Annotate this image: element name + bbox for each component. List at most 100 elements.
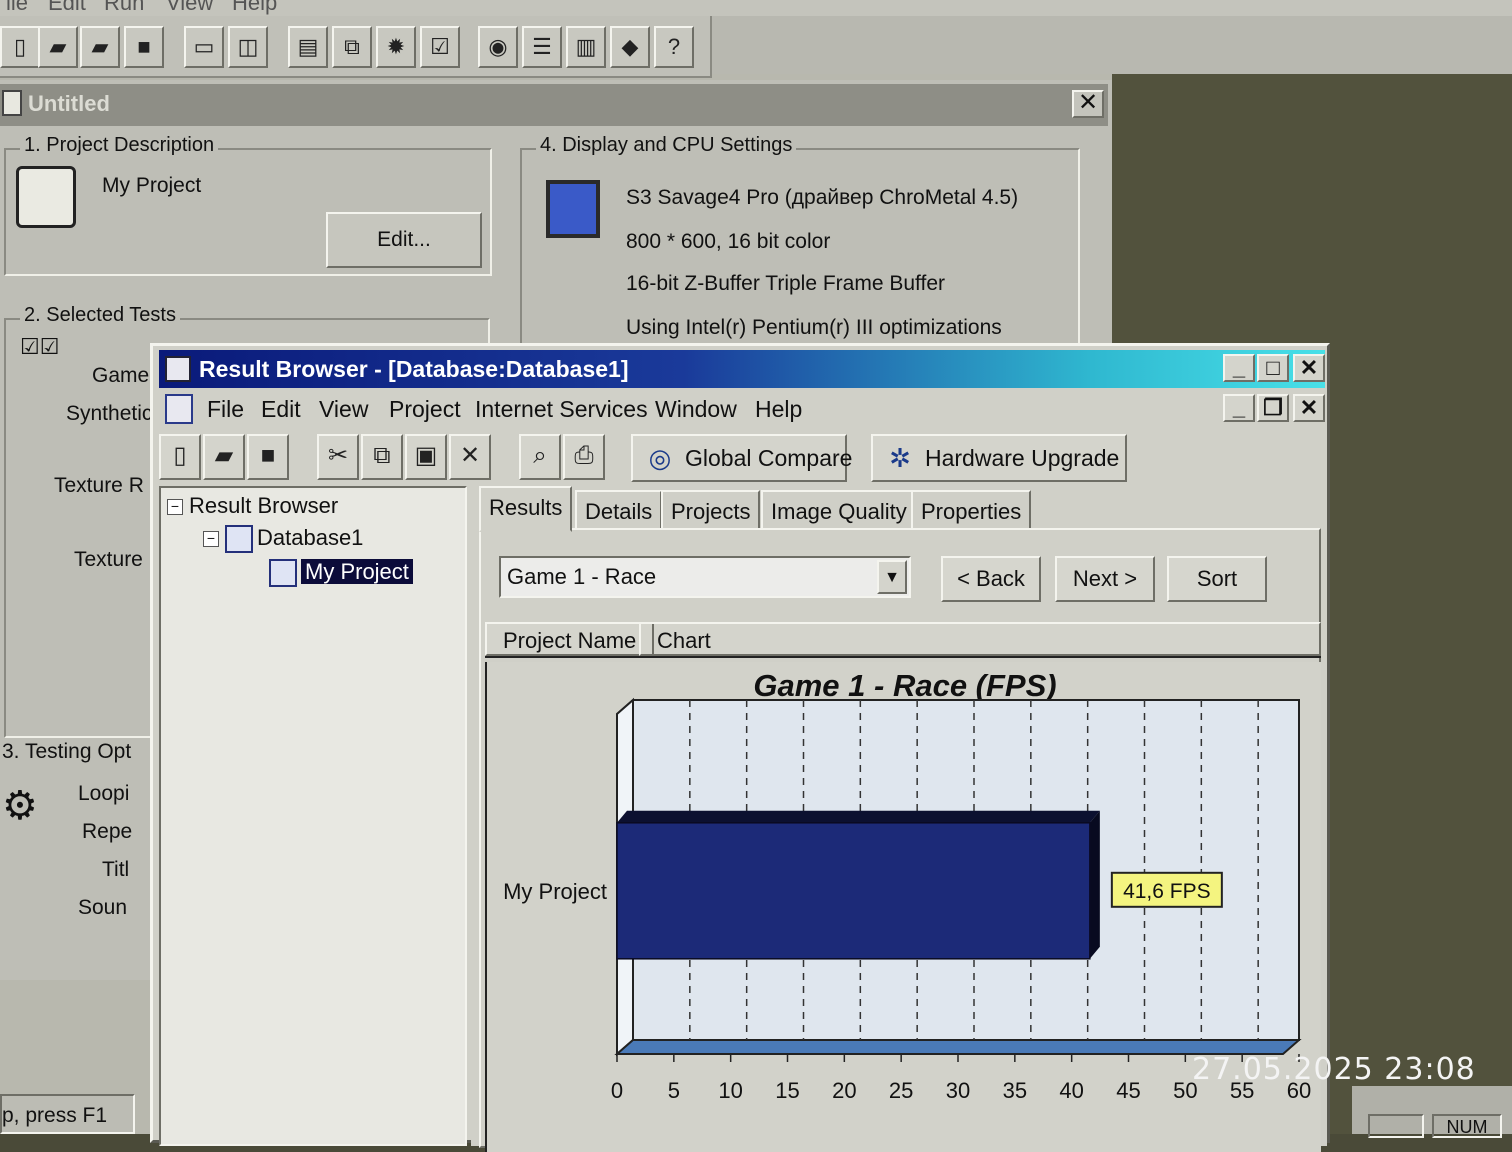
network-icon[interactable]: ⧉	[332, 26, 372, 68]
bg-menu-run[interactable]: Run	[104, 0, 144, 16]
mdi-close-button[interactable]: ✕	[1293, 394, 1325, 422]
edit-description-button[interactable]: Edit...	[326, 212, 482, 268]
menu-help[interactable]: Help	[755, 390, 802, 428]
open-folder-icon[interactable]: ▰	[38, 26, 78, 68]
settings-gear-icon[interactable]: ✹	[376, 26, 416, 68]
background-statusbar: p, press F1	[0, 1094, 135, 1134]
result-browser-titlebar: Result Browser - [Database:Database1]	[159, 350, 1325, 388]
project-description-icon	[16, 166, 76, 228]
check-icon[interactable]: ☑	[420, 26, 460, 68]
mdi-minimize-button[interactable]: _	[1223, 394, 1255, 422]
globe-compare-icon: ◎	[648, 443, 672, 473]
chart-title: Game 1 - Race (FPS)	[753, 668, 1056, 703]
collapse-icon[interactable]: −	[167, 499, 183, 516]
camera-timestamp: 27.05.2025 23:08	[1192, 1052, 1476, 1087]
bg-menu-help[interactable]: Help	[232, 0, 277, 16]
option-title: Titl	[102, 858, 130, 881]
menu-view[interactable]: View	[319, 390, 368, 428]
tab-projects[interactable]: Projects	[661, 490, 761, 530]
eraser-icon[interactable]: ◆	[610, 26, 650, 68]
column-chart[interactable]: Chart	[639, 622, 1321, 656]
disc-icon[interactable]: ◉	[478, 26, 518, 68]
menu-project[interactable]: Project	[389, 390, 461, 428]
back-button[interactable]: < Back	[941, 556, 1041, 602]
result-tree[interactable]: − Result Browser − Database1 My Project	[159, 486, 467, 1146]
dropdown-arrow-icon[interactable]: ▼	[877, 560, 907, 594]
list-icon[interactable]: ☰	[522, 26, 562, 68]
hardware-upgrade-label: Hardware Upgrade	[925, 445, 1120, 471]
close-button[interactable]: ✕	[1293, 354, 1325, 382]
bar-side-face	[1089, 810, 1100, 959]
delete-icon[interactable]: ✕	[449, 434, 491, 480]
menu-edit[interactable]: Edit	[261, 390, 301, 428]
hardware-upgrade-button[interactable]: ✲ Hardware Upgrade	[871, 434, 1127, 482]
column-project-name[interactable]: Project Name	[485, 622, 655, 656]
window-title: Result Browser - [Database:Database1]	[199, 356, 629, 382]
cut-icon[interactable]: ✂	[317, 434, 359, 480]
tab-image-quality[interactable]: Image Quality	[761, 490, 917, 530]
test-item-texture-rendering: Texture R	[54, 474, 144, 497]
display-adapter-text: S3 Savage4 Pro (драйвер ChroMetal 4.5)	[626, 186, 1019, 209]
book-icon[interactable]: ▥	[566, 26, 606, 68]
tab-details[interactable]: Details	[575, 490, 663, 530]
bg-menu-edit[interactable]: Edit	[48, 0, 86, 16]
next-button[interactable]: Next >	[1055, 556, 1155, 602]
print-preview-icon[interactable]: ⌕	[519, 434, 561, 480]
bg-menu-view[interactable]: View	[166, 0, 213, 16]
tab-properties[interactable]: Properties	[911, 490, 1032, 530]
test-select-dropdown[interactable]: Game 1 - Race ▼	[499, 556, 911, 598]
x-tick-label: 15	[775, 1078, 799, 1103]
tab-results[interactable]: Results	[479, 486, 573, 532]
project-icon	[269, 559, 297, 588]
save-icon[interactable]: ■	[124, 26, 164, 68]
background-status-indicators: NUM	[1352, 1086, 1512, 1138]
global-compare-label: Global Compare	[685, 445, 853, 471]
paste-icon[interactable]: ▣	[405, 434, 447, 480]
sort-button[interactable]: Sort	[1167, 556, 1267, 602]
tree-node-label: Database1	[257, 525, 364, 550]
help-icon[interactable]: ?	[654, 26, 694, 68]
open-icon[interactable]: ▰	[203, 434, 245, 480]
x-tick-label: 25	[889, 1078, 913, 1103]
buffer-text: 16-bit Z-Buffer Triple Frame Buffer	[626, 272, 946, 295]
test-item-synthetic: Synthetic	[66, 402, 153, 425]
new-icon[interactable]: ▯	[159, 434, 201, 480]
gear-settings-icon: ⚙	[2, 784, 38, 828]
tree-node-project[interactable]: My Project	[269, 558, 413, 588]
cpu-optimizations-text: Using Intel(r) Pentium(r) III optimizati…	[626, 316, 1002, 339]
menu-file[interactable]: File	[207, 390, 244, 428]
computer-icon[interactable]: ▭	[184, 26, 224, 68]
bg-menu-file[interactable]: ile	[6, 0, 28, 16]
menu-internet-services[interactable]: Internet Services	[475, 390, 648, 428]
testing-options-group: 3. Testing Opt ⚙ Loopi Repe Titl Soun	[0, 740, 146, 948]
x-tick-label: 10	[718, 1078, 742, 1103]
tree-node-result-browser[interactable]: − Result Browser	[167, 492, 338, 520]
copy-icon[interactable]: ⧉	[361, 434, 403, 480]
untitled-close-button[interactable]: ✕	[1072, 90, 1104, 118]
x-tick-label: 0	[611, 1078, 623, 1103]
mdi-document-icon[interactable]	[165, 394, 193, 424]
test-item-texture: Texture	[74, 548, 143, 571]
new-file-icon[interactable]: ▯	[0, 26, 40, 68]
collapse-icon[interactable]: −	[203, 531, 219, 548]
tree-node-label: Result Browser	[189, 493, 339, 518]
print-icon[interactable]: ⎙	[563, 434, 605, 480]
result-browser-app-icon	[165, 356, 191, 382]
hardware-upgrade-icon: ✲	[889, 443, 911, 473]
save-icon[interactable]: ■	[247, 434, 289, 480]
maximize-button[interactable]: □	[1257, 354, 1289, 382]
document-icon[interactable]: ▤	[288, 26, 328, 68]
x-tick-label: 40	[1059, 1078, 1083, 1103]
num-lock-indicator: NUM	[1432, 1114, 1502, 1138]
open-project-icon[interactable]: ▰	[80, 26, 120, 68]
minimize-button[interactable]: _	[1223, 354, 1255, 382]
tree-node-database[interactable]: − Database1	[203, 524, 364, 554]
mdi-restore-button[interactable]: ❐	[1257, 394, 1289, 422]
document-icon	[2, 90, 22, 116]
checkbox-list-icon: ☑☑	[20, 334, 60, 359]
toolbar: ▯ ▰ ■ ✂ ⧉ ▣ ✕ ⌕ ⎙ ◎ Global Compare ✲ Har…	[159, 434, 1325, 484]
status-help-text: p, press F1	[2, 1104, 108, 1127]
global-compare-button[interactable]: ◎ Global Compare	[631, 434, 852, 482]
scan-icon[interactable]: ◫	[228, 26, 268, 68]
menu-window[interactable]: Window	[655, 390, 737, 428]
